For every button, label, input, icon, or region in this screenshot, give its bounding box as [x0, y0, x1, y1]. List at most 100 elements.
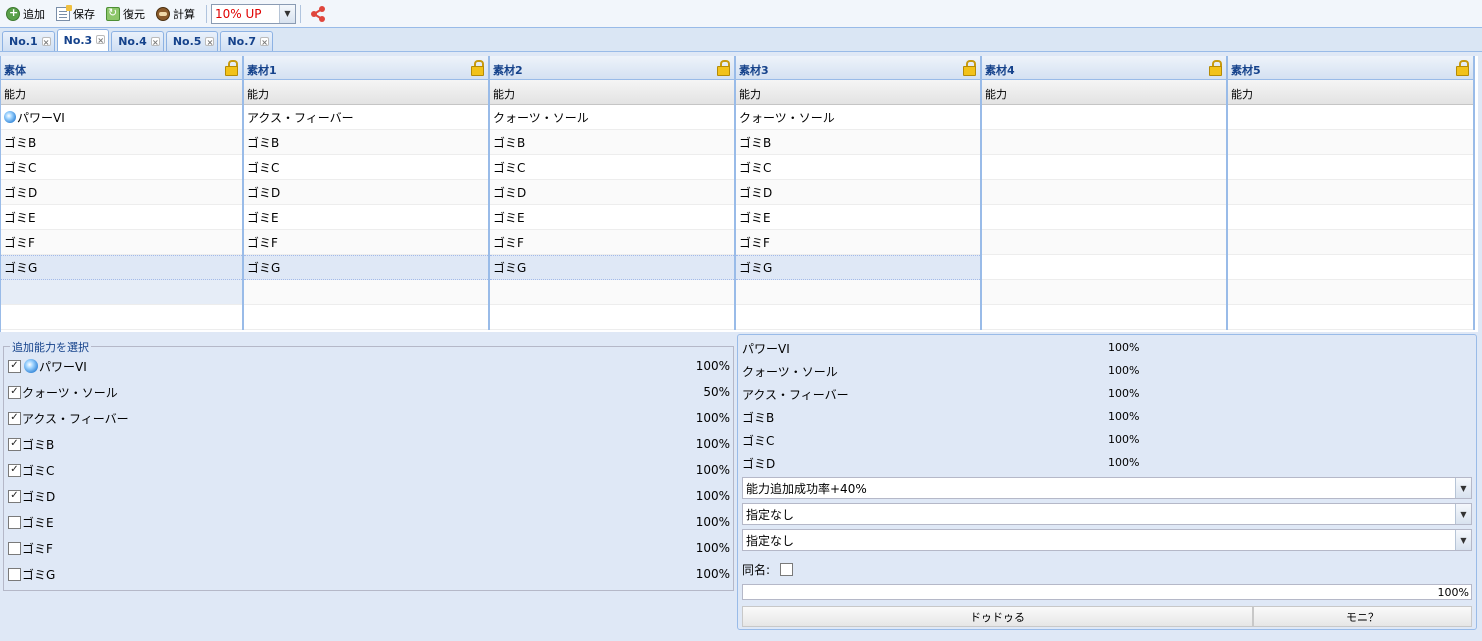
- tab-no3[interactable]: No.3 ×: [56, 29, 110, 51]
- moni-button[interactable]: モニ？: [1253, 606, 1472, 627]
- grid-row[interactable]: ゴミC: [736, 155, 980, 180]
- grid-row[interactable]: ゴミE: [490, 205, 734, 230]
- grid-row[interactable]: アクス・フィーバー: [244, 105, 488, 130]
- grid-row[interactable]: [982, 230, 1226, 255]
- grid-row[interactable]: ゴミF: [490, 230, 734, 255]
- ability-option[interactable]: ✓ パワーVI 100%: [8, 355, 730, 377]
- ability-checkbox[interactable]: ✓: [8, 359, 21, 373]
- grid-row[interactable]: [982, 205, 1226, 230]
- grid-row[interactable]: [1228, 205, 1473, 230]
- grid-row[interactable]: [1228, 305, 1473, 330]
- grid-row[interactable]: [736, 280, 980, 305]
- column-header[interactable]: 素材5: [1228, 56, 1473, 80]
- grid-row[interactable]: ゴミB: [1, 130, 242, 155]
- grid-row[interactable]: [982, 155, 1226, 180]
- grid-row[interactable]: ゴミE: [736, 205, 980, 230]
- grid-row[interactable]: ゴミB: [736, 130, 980, 155]
- close-icon[interactable]: ×: [205, 37, 215, 47]
- grid-row[interactable]: ゴミG: [736, 255, 980, 280]
- tab-no1[interactable]: No.1 ×: [2, 31, 55, 51]
- share-icon[interactable]: [309, 5, 327, 23]
- grid-row[interactable]: [490, 305, 734, 330]
- option-select-1[interactable]: 指定なし ▼: [742, 503, 1472, 525]
- grid-row[interactable]: [736, 305, 980, 330]
- lock-icon[interactable]: [962, 60, 976, 76]
- ability-checkbox[interactable]: ✓: [8, 411, 21, 425]
- column-header[interactable]: 素材2: [490, 56, 734, 80]
- lock-icon[interactable]: [1455, 60, 1469, 76]
- close-icon[interactable]: ×: [260, 37, 270, 47]
- ability-checkbox[interactable]: ✓: [8, 463, 21, 477]
- grid-row[interactable]: [1228, 155, 1473, 180]
- lock-icon[interactable]: [716, 60, 730, 76]
- ability-checkbox[interactable]: [8, 515, 21, 529]
- ability-checkbox[interactable]: ✓: [8, 385, 21, 399]
- lock-icon[interactable]: [224, 60, 238, 76]
- grid-row[interactable]: ゴミD: [490, 180, 734, 205]
- restore-button[interactable]: 復元: [102, 3, 149, 25]
- add-button[interactable]: 追加: [2, 3, 49, 25]
- ability-checkbox[interactable]: ✓: [8, 437, 21, 451]
- grid-row[interactable]: クォーツ・ソール: [490, 105, 734, 130]
- ability-option[interactable]: ゴミE 100%: [8, 511, 730, 533]
- column-header[interactable]: 素材1: [244, 56, 488, 80]
- chevron-down-icon[interactable]: ▼: [1455, 478, 1471, 498]
- ability-option[interactable]: ✓ ゴミB 100%: [8, 433, 730, 455]
- grid-row[interactable]: ゴミB: [490, 130, 734, 155]
- grid-row[interactable]: [982, 255, 1226, 280]
- chevron-down-icon[interactable]: ▼: [1455, 504, 1471, 524]
- grid-row[interactable]: ゴミC: [1, 155, 242, 180]
- column-header[interactable]: 素材4: [982, 56, 1226, 80]
- grid-row[interactable]: ゴミC: [244, 155, 488, 180]
- column-header[interactable]: 素体: [1, 56, 242, 80]
- grid-row[interactable]: [982, 180, 1226, 205]
- chevron-down-icon[interactable]: ▼: [279, 4, 295, 23]
- grid-row[interactable]: [244, 280, 488, 305]
- grid-row[interactable]: クォーツ・ソール: [736, 105, 980, 130]
- column-header[interactable]: 素材3: [736, 56, 980, 80]
- grid-row[interactable]: [1228, 255, 1473, 280]
- grid-row[interactable]: ゴミD: [736, 180, 980, 205]
- option-select-2[interactable]: 指定なし ▼: [742, 529, 1472, 551]
- ability-checkbox[interactable]: [8, 541, 21, 555]
- save-button[interactable]: 保存: [52, 3, 99, 25]
- ability-checkbox[interactable]: [8, 567, 21, 581]
- ability-option[interactable]: ✓ ゴミD 100%: [8, 485, 730, 507]
- ability-checkbox[interactable]: ✓: [8, 489, 21, 503]
- grid-row[interactable]: [982, 280, 1226, 305]
- grid-row[interactable]: [1, 305, 242, 330]
- grid-row[interactable]: ゴミG: [1, 255, 242, 280]
- grid-row[interactable]: [982, 305, 1226, 330]
- bonus-select[interactable]: 能力追加成功率+40% ▼: [742, 477, 1472, 499]
- chevron-down-icon[interactable]: ▼: [1455, 530, 1471, 550]
- grid-row[interactable]: [1228, 230, 1473, 255]
- grid-row[interactable]: ゴミF: [736, 230, 980, 255]
- grid-row[interactable]: ゴミD: [244, 180, 488, 205]
- tab-no5[interactable]: No.5 ×: [165, 31, 219, 51]
- grid-row[interactable]: [244, 305, 488, 330]
- close-icon[interactable]: ×: [96, 35, 106, 45]
- grid-row[interactable]: ゴミF: [1, 230, 242, 255]
- grid-row[interactable]: [1228, 130, 1473, 155]
- grid-row[interactable]: ゴミE: [1, 205, 242, 230]
- grid-row[interactable]: ゴミF: [244, 230, 488, 255]
- tab-no4[interactable]: No.4 ×: [111, 31, 164, 51]
- grid-row[interactable]: [1228, 105, 1473, 130]
- calc-button[interactable]: 計算: [152, 3, 199, 25]
- grid-row[interactable]: [490, 280, 734, 305]
- grid-row[interactable]: ゴミD: [1, 180, 242, 205]
- grid-row[interactable]: ゴミG: [244, 255, 488, 280]
- close-icon[interactable]: ×: [150, 37, 160, 47]
- grid-row[interactable]: ゴミB: [244, 130, 488, 155]
- same-name-checkbox[interactable]: [780, 563, 794, 576]
- close-icon[interactable]: ×: [41, 37, 51, 47]
- grid-row[interactable]: パワーVI: [1, 105, 242, 130]
- grid-row[interactable]: [982, 130, 1226, 155]
- dudu-button[interactable]: ドゥドゥる: [742, 606, 1253, 627]
- grid-row[interactable]: [982, 105, 1226, 130]
- tab-no7[interactable]: No.7 ×: [220, 31, 274, 51]
- boost-select[interactable]: 10% UP ▼: [211, 3, 296, 24]
- ability-option[interactable]: ✓ アクス・フィーバー 100%: [8, 407, 730, 429]
- lock-icon[interactable]: [1208, 60, 1222, 76]
- ability-option[interactable]: ✓ ゴミC 100%: [8, 459, 730, 481]
